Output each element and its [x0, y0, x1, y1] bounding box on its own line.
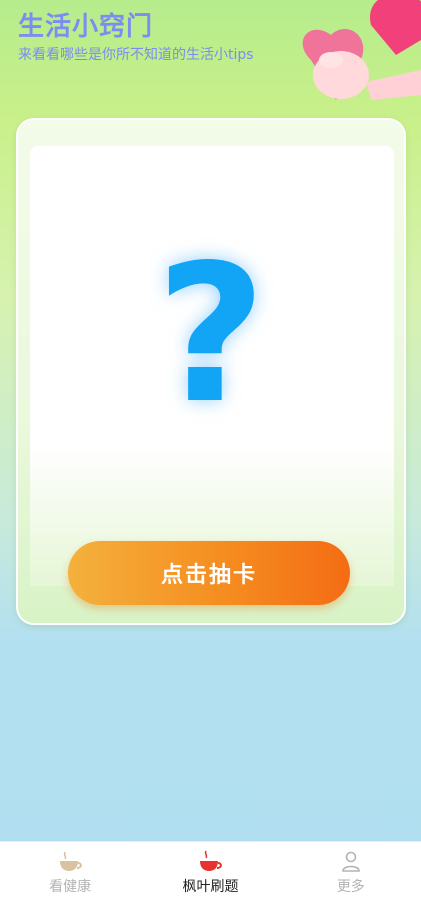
page-header: 生活小窍门 来看看哪些是你所不知道的生活小tips — [18, 10, 254, 64]
tab-health[interactable]: 看健康 — [0, 842, 140, 897]
heart-fist-illustration — [302, 0, 421, 101]
tab-quiz-label: 枫叶刷题 — [182, 879, 239, 895]
draw-card-button[interactable]: 点击抽卡 — [68, 541, 350, 605]
person-icon — [339, 850, 363, 874]
page-title: 生活小窍门 — [18, 12, 154, 42]
tab-quiz[interactable]: 枫叶刷题 — [140, 842, 280, 897]
bottom-tab-bar: 看健康 枫叶刷题 更多 — [0, 841, 421, 897]
question-mark-icon: ? — [155, 224, 267, 445]
tab-health-label: 看健康 — [49, 879, 92, 895]
tab-more[interactable]: 更多 — [281, 842, 421, 897]
red-teacup-icon — [197, 850, 223, 874]
page-subtitle: 来看看哪些是你所不知道的生活小tips — [18, 47, 254, 63]
teacup-icon — [57, 850, 83, 874]
tab-more-label: 更多 — [336, 879, 365, 895]
